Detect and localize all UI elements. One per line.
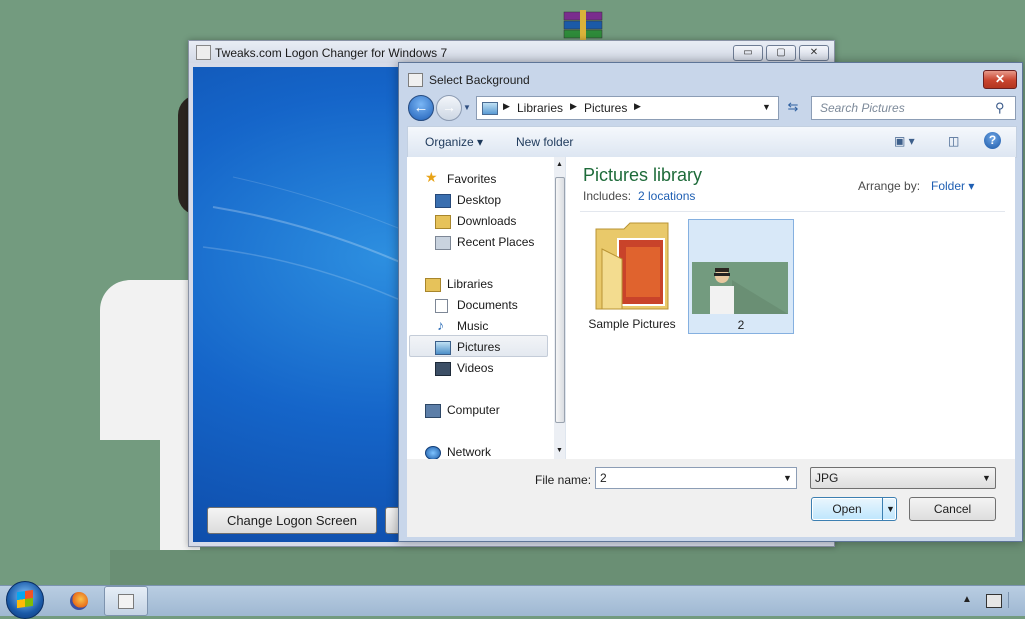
nav-music[interactable]: Music: [457, 319, 488, 333]
file-name-label: File name:: [535, 473, 592, 487]
scroll-up-icon[interactable]: ▲: [556, 161, 563, 168]
breadcrumb-arrow-icon[interactable]: ▶: [634, 101, 641, 112]
open-button-label: Open: [832, 502, 862, 516]
documents-icon: [435, 299, 448, 313]
nav-videos[interactable]: Videos: [457, 361, 493, 375]
dialog-footer: File name: 2 ▼ JPG ▼ Open ▼ Cancel: [407, 459, 1015, 537]
desktop-icon: [435, 194, 451, 208]
help-icon[interactable]: ?: [984, 132, 1001, 149]
breadcrumb-arrow-icon[interactable]: ▶: [570, 101, 577, 112]
taskbar-logon-changer[interactable]: [104, 586, 148, 616]
libraries-icon: [425, 278, 441, 292]
breadcrumb-libraries[interactable]: Libraries: [517, 101, 563, 115]
arrange-by-label: Arrange by:: [858, 179, 921, 193]
cancel-button[interactable]: Cancel: [909, 497, 996, 521]
file-name-input[interactable]: 2 ▼: [595, 467, 797, 489]
file-name-dropdown-icon[interactable]: ▼: [783, 473, 792, 483]
show-hidden-icons-icon[interactable]: ▲: [962, 594, 972, 605]
arrange-by-dropdown[interactable]: Folder ▾: [931, 179, 974, 193]
winrar-icon[interactable]: [562, 10, 604, 40]
new-folder-button[interactable]: New folder: [516, 135, 573, 149]
start-button[interactable]: [6, 581, 44, 619]
organize-button[interactable]: Organize ▾: [425, 135, 483, 149]
close-button[interactable]: ✕: [799, 45, 829, 61]
file-item-2[interactable]: 2: [688, 219, 794, 334]
nav-scrollbar[interactable]: ▲ ▼: [554, 157, 565, 459]
refresh-icon[interactable]: ⇆: [782, 96, 804, 118]
file-item-label: Sample Pictures: [588, 317, 676, 331]
change-logon-screen-button[interactable]: Change Logon Screen: [207, 507, 377, 534]
open-options-chevron-icon[interactable]: ▼: [886, 504, 895, 514]
forward-arrow-icon[interactable]: →: [436, 95, 462, 121]
search-icon[interactable]: ⚲: [995, 100, 1005, 116]
address-bar[interactable]: ▶ Libraries ▶ Pictures ▶ ▼: [476, 96, 779, 120]
open-split-divider: [882, 498, 883, 520]
includes-locations-link[interactable]: 2 locations: [638, 189, 695, 203]
nav-network[interactable]: Network: [447, 445, 491, 459]
nav-libraries[interactable]: Libraries: [447, 277, 493, 291]
breadcrumb-arrow-icon[interactable]: ▶: [503, 101, 510, 112]
maximize-button[interactable]: ▢: [766, 45, 796, 61]
content-divider: [580, 211, 1005, 212]
nav-favorites[interactable]: Favorites: [447, 172, 496, 186]
navigation-pane: ★ Favorites Desktop Downloads Recent Pla…: [407, 157, 566, 460]
includes-label: Includes:: [583, 189, 632, 203]
command-toolbar: Organize ▾ New folder ▣ ▾ ◫ ?: [407, 126, 1017, 158]
file-type-dropdown-icon[interactable]: ▼: [982, 473, 991, 483]
app-icon: [196, 45, 211, 60]
file-type-value: JPG: [815, 471, 839, 485]
firefox-icon[interactable]: [70, 592, 88, 610]
change-view-icon[interactable]: ▣ ▾: [894, 134, 915, 148]
library-title: Pictures library: [583, 165, 703, 185]
nav-documents[interactable]: Documents: [457, 298, 518, 312]
pictures-icon: [435, 341, 451, 355]
dialog-close-button[interactable]: ✕: [983, 70, 1017, 89]
address-dropdown-icon[interactable]: ▼: [762, 102, 771, 112]
preview-pane-icon[interactable]: ◫: [948, 134, 959, 148]
nav-scroll-thumb[interactable]: [555, 177, 565, 423]
scroll-down-icon[interactable]: ▼: [556, 447, 563, 454]
logon-changer-title: Tweaks.com Logon Changer for Windows 7: [215, 46, 448, 60]
file-item-label: 2: [737, 318, 745, 332]
recent-locations-chevron-icon[interactable]: ▼: [463, 103, 471, 112]
logon-changer-titlebar: Tweaks.com Logon Changer for Windows 7 ▭…: [189, 41, 834, 63]
open-button[interactable]: Open ▼: [811, 497, 897, 521]
select-background-dialog: Select Background ✕ ← → ▼ ▶ Libraries ▶ …: [398, 62, 1023, 542]
search-placeholder: Search Pictures: [820, 101, 905, 115]
videos-icon: [435, 362, 451, 376]
dialog-app-icon: [408, 73, 423, 87]
search-input[interactable]: Search Pictures ⚲: [811, 96, 1016, 120]
windows-logo-icon: [17, 589, 33, 609]
nav-desktop[interactable]: Desktop: [457, 193, 501, 207]
network-icon: [425, 446, 441, 460]
library-icon: [482, 102, 498, 115]
music-note-icon: ♪: [437, 317, 444, 333]
downloads-folder-icon: [435, 215, 451, 229]
file-list: Pictures library Includes: 2 locations A…: [566, 157, 1015, 459]
show-desktop-button[interactable]: [1008, 592, 1019, 608]
back-arrow-icon[interactable]: ←: [408, 95, 434, 121]
breadcrumb-pictures[interactable]: Pictures: [584, 101, 627, 115]
nav-computer[interactable]: Computer: [447, 403, 500, 417]
file-type-select[interactable]: JPG ▼: [810, 467, 996, 489]
dialog-title: Select Background: [429, 73, 530, 87]
nav-recent-places[interactable]: Recent Places: [457, 235, 534, 249]
computer-icon: [425, 404, 441, 418]
wallpaper-avatar-gap: [100, 440, 160, 550]
logon-changer-app-icon: [118, 594, 134, 609]
sample-pictures-folder-icon: [595, 222, 669, 310]
nav-pictures[interactable]: Pictures: [457, 340, 500, 354]
nav-downloads[interactable]: Downloads: [457, 214, 516, 228]
network-tray-icon[interactable]: [986, 594, 1002, 608]
file-name-value: 2: [600, 471, 607, 485]
recent-places-icon: [435, 236, 451, 250]
favorites-star-icon: ★: [425, 169, 438, 185]
minimize-button[interactable]: ▭: [733, 45, 763, 61]
image-2-thumbnail: [692, 262, 788, 314]
dialog-titlebar: Select Background ✕: [399, 63, 1022, 93]
file-item-sample-pictures[interactable]: Sample Pictures: [580, 219, 684, 332]
taskbar: ▲: [0, 581, 1025, 619]
